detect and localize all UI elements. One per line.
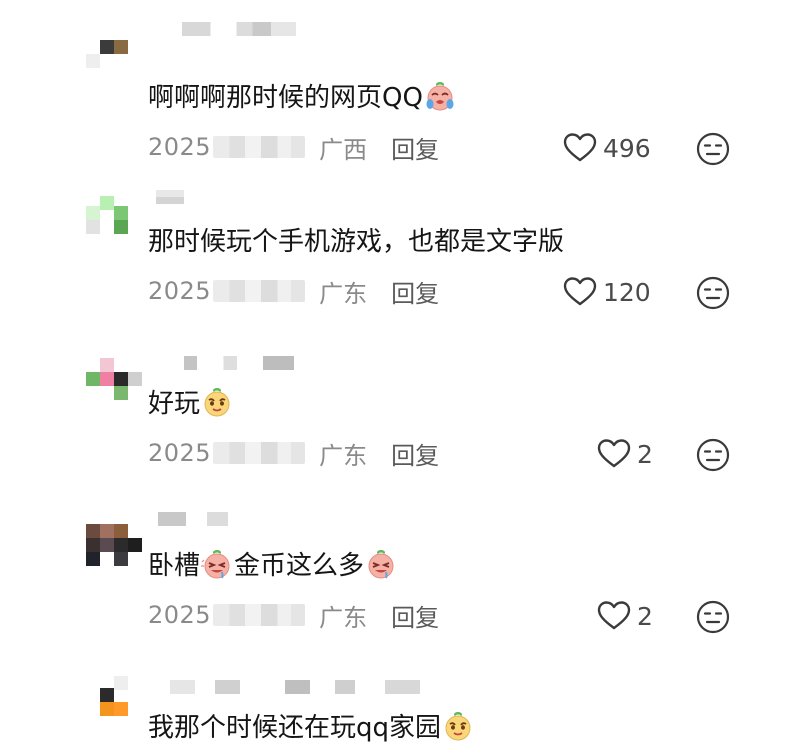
- neutral-face-icon[interactable]: [696, 276, 730, 310]
- comment-text: 我那个时候还在玩qq家园: [148, 710, 475, 746]
- comment-date: 2025: [148, 601, 212, 629]
- comment-item: 卧槽 金币这么多 2025 广东 回复 2: [0, 504, 800, 666]
- like-count: 496: [603, 133, 651, 163]
- avatar[interactable]: [86, 358, 142, 406]
- neutral-face-icon[interactable]: [696, 132, 730, 166]
- reply-button[interactable]: 回复: [391, 598, 439, 633]
- avatar[interactable]: [86, 34, 134, 82]
- username-blurred[interactable]: [182, 22, 296, 36]
- ip-region: 广东: [319, 441, 368, 470]
- like-count: 120: [603, 277, 651, 307]
- comment-text: 啊啊啊那时候的网页QQ: [148, 80, 457, 116]
- heart-outline-icon: [597, 439, 631, 468]
- avatar[interactable]: [86, 520, 142, 568]
- username-blurred[interactable]: [184, 356, 294, 370]
- avatar[interactable]: [86, 196, 134, 244]
- date-blurred: [213, 280, 306, 302]
- username-blurred[interactable]: [170, 680, 420, 694]
- reply-button[interactable]: 回复: [391, 436, 439, 471]
- username-blurred[interactable]: [156, 190, 184, 204]
- heart-outline-icon: [597, 601, 631, 630]
- ip-region: 广西: [319, 135, 368, 164]
- comment-item: 我那个时候还在玩qq家园: [0, 666, 800, 752]
- username-blurred[interactable]: [158, 512, 228, 526]
- date-blurred: [213, 604, 306, 626]
- heart-outline-icon: [563, 277, 597, 306]
- comment-date: 2025: [148, 133, 212, 161]
- like-button[interactable]: 120: [563, 276, 651, 308]
- comment-meta: 2025 广东 回复: [148, 436, 439, 471]
- comment-date: 2025: [148, 439, 212, 467]
- reply-button[interactable]: 回复: [391, 130, 439, 165]
- comment-text: 卧槽 金币这么多: [148, 548, 398, 584]
- drooling-face-emoji: [368, 550, 394, 579]
- like-button[interactable]: 2: [597, 600, 653, 632]
- comment-item: 那时候玩个手机游戏，也都是文字版 2025 广东 回复 120: [0, 180, 800, 342]
- comment-meta: 2025 广东 回复: [148, 598, 439, 633]
- comment-meta: 2025 广东 回复: [148, 274, 439, 309]
- comment-text: 好玩: [148, 386, 234, 422]
- crying-face-emoji: [426, 82, 454, 111]
- like-count: 2: [637, 439, 653, 469]
- comment-item: 啊啊啊那时候的网页QQ 2025 广西 回复 496: [0, 18, 800, 180]
- reply-button[interactable]: 回复: [391, 274, 439, 309]
- ip-region: 广东: [319, 603, 368, 632]
- neutral-face-icon[interactable]: [696, 438, 730, 472]
- date-blurred: [213, 442, 306, 464]
- smug-face-emoji: [204, 388, 230, 417]
- neutral-face-icon[interactable]: [696, 600, 730, 634]
- like-button[interactable]: 2: [597, 438, 653, 470]
- comment-text: 那时候玩个手机游戏，也都是文字版: [148, 227, 565, 257]
- date-blurred: [213, 136, 306, 158]
- ip-region: 广东: [319, 279, 368, 308]
- heart-outline-icon: [563, 133, 597, 162]
- comment-date: 2025: [148, 277, 212, 305]
- like-count: 2: [637, 601, 653, 631]
- avatar[interactable]: [86, 676, 134, 730]
- comment-item: 好玩 2025 广东 回复 2: [0, 342, 800, 504]
- drooling-face-emoji: [201, 550, 230, 579]
- like-button[interactable]: 496: [563, 132, 651, 164]
- comment-meta: 2025 广西 回复: [148, 130, 439, 165]
- smug-face-emoji: [445, 712, 471, 741]
